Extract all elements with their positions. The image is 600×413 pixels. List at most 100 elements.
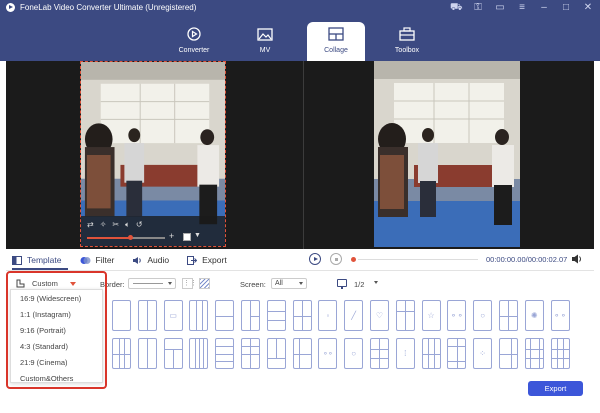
tab-export[interactable]: Export [187, 253, 227, 267]
feedback-icon[interactable]: ▭ [494, 2, 506, 14]
chevron-down-icon[interactable]: ▼ [194, 232, 201, 239]
template-tile[interactable] [112, 300, 131, 331]
template-tile[interactable] [215, 338, 235, 369]
preview-divider [303, 61, 304, 249]
template-tile[interactable] [137, 338, 157, 369]
toolbox-icon [399, 26, 415, 42]
converter-icon [186, 26, 202, 42]
template-tile[interactable]: ♡ [369, 300, 389, 331]
template-shape-icon: ◦ [326, 310, 330, 320]
template-divider [551, 348, 569, 350]
template-shape-icon: ▭ [169, 310, 177, 320]
template-tile[interactable]: ○ [473, 300, 493, 331]
collage-cell-video[interactable]: ⇄ ✧ ✂ 🔈︎ ↺ + ▼ [80, 61, 226, 247]
template-tile[interactable]: ✺ [524, 300, 544, 331]
template-tile[interactable] [447, 338, 467, 369]
border-style-select[interactable] [128, 278, 176, 289]
template-tile[interactable] [421, 338, 441, 369]
template-tile[interactable] [189, 338, 209, 369]
tab-filter[interactable]: Filter [80, 253, 115, 267]
template-divider [241, 353, 259, 355]
grid-toggle-button[interactable]: ⋮⋮ [182, 278, 197, 289]
speaker-icon[interactable]: 🔈︎ [125, 220, 130, 230]
tab-collage[interactable]: Collage [307, 22, 365, 61]
template-tile[interactable] [550, 338, 570, 369]
minimize-icon[interactable]: – [538, 2, 550, 14]
output-frame-image [374, 61, 520, 247]
border-pattern-button[interactable] [199, 278, 210, 289]
play-button[interactable] [309, 253, 321, 265]
template-tile[interactable] [292, 300, 312, 331]
template-tile[interactable] [395, 300, 415, 331]
template-divider [201, 301, 203, 330]
stop-button[interactable] [330, 253, 342, 265]
tab-audio[interactable]: Audio [132, 253, 169, 267]
playback-track[interactable] [358, 259, 478, 260]
key-icon[interactable]: ⚿ [472, 2, 484, 14]
template-tile[interactable] [292, 338, 312, 369]
cell-progress-knob[interactable] [128, 235, 133, 240]
cell-progress-track[interactable] [87, 235, 165, 240]
template-tile[interactable]: ▭ [163, 300, 183, 331]
tab-converter[interactable]: Converter [165, 22, 223, 61]
template-tile[interactable] [137, 300, 157, 331]
template-tile[interactable]: ○ [344, 338, 364, 369]
template-shape-icon: ⁘ [479, 348, 487, 358]
window-controls: ⛟ ⚿ ▭ ≡ – □ ✕ [450, 2, 594, 14]
template-tile[interactable]: ⚬⚬ [447, 300, 467, 331]
chevron-down-icon[interactable] [374, 281, 378, 284]
mv-icon [257, 26, 273, 42]
template-tile[interactable] [498, 300, 518, 331]
template-divider [267, 310, 285, 312]
cut-icon[interactable]: ✂ [112, 220, 119, 230]
template-tile[interactable] [215, 300, 235, 331]
magic-wand-icon[interactable]: ✧ [100, 220, 107, 230]
template-divider [379, 339, 381, 368]
playhead-knob[interactable] [351, 257, 356, 262]
template-divider [499, 353, 517, 355]
template-divider [194, 339, 196, 368]
template-tile[interactable]: ∘∘ [318, 338, 338, 369]
swap-icon[interactable]: ⇄ [87, 220, 94, 230]
template-tile[interactable] [266, 338, 286, 369]
template-tile[interactable]: ⁘ [473, 338, 493, 369]
close-icon[interactable]: ✕ [582, 2, 594, 14]
tab-filter-label: Filter [95, 255, 115, 265]
zoom-plus-icon[interactable]: + [169, 231, 174, 241]
export-button[interactable]: Export [528, 381, 583, 396]
template-shape-icon: ♡ [375, 310, 384, 320]
template-divider [216, 353, 234, 355]
reset-icon[interactable]: ↺ [136, 220, 143, 230]
tab-mv[interactable]: MV [236, 22, 294, 61]
template-tile[interactable]: ╱ [344, 300, 364, 331]
template-divider [267, 320, 285, 322]
preview-area: ⇄ ✧ ✂ 🔈︎ ↺ + ▼ [6, 61, 594, 249]
template-shape-icon: ⚬⚬ [450, 310, 464, 320]
template-tile[interactable] [369, 338, 389, 369]
template-tile[interactable]: ☆ [421, 300, 441, 331]
template-tile[interactable] [498, 338, 518, 369]
template-tile[interactable] [240, 300, 260, 331]
tab-export-label: Export [202, 255, 227, 265]
template-grid: ▭ ◦ ╱ ♡ ☆ ⚬⚬ ○ ✺ ⚬⚬ ∘∘ ○ ⁞ ⁘ [112, 300, 570, 369]
template-tile[interactable]: ⁞ [395, 338, 415, 369]
cell-color-box[interactable] [183, 233, 191, 241]
template-tile[interactable]: ⚬⚬ [550, 300, 570, 331]
template-divider [530, 339, 531, 368]
template-tile[interactable] [240, 338, 260, 369]
template-tile[interactable] [163, 338, 183, 369]
template-tile[interactable] [524, 338, 544, 369]
tab-template[interactable]: Template [12, 253, 62, 267]
volume-icon[interactable] [571, 253, 583, 265]
tab-toolbox[interactable]: Toolbox [378, 22, 436, 61]
template-tile[interactable] [266, 300, 286, 331]
template-tile[interactable]: ◦ [318, 300, 338, 331]
screen-select[interactable]: All [271, 278, 307, 289]
template-tile[interactable] [189, 300, 209, 331]
menu-icon[interactable]: ≡ [516, 2, 528, 14]
template-shape-icon: ⁞ [404, 348, 407, 358]
dropdown-highlight-frame [6, 271, 107, 389]
maximize-icon[interactable]: □ [560, 2, 572, 14]
cart-icon[interactable]: ⛟ [450, 2, 463, 14]
template-tile[interactable] [112, 338, 131, 369]
